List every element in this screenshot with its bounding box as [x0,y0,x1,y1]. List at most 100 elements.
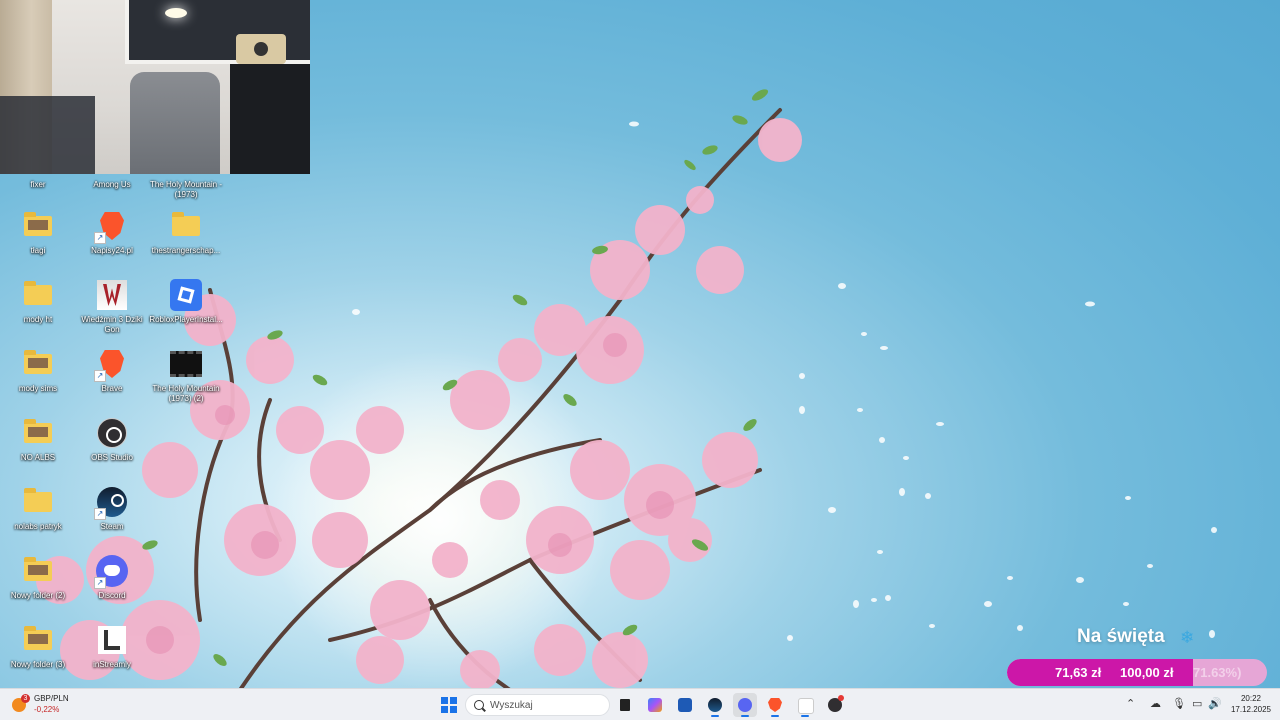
taskbar-discord[interactable] [733,693,757,717]
store-icon [678,698,692,712]
desktop-icon-label: Brave [101,384,123,393]
desktop-icon-label: Steam [100,522,124,531]
brave-icon [94,348,128,382]
desktop-icon-label: Discord [98,591,126,600]
chevron-up-icon[interactable]: ⌃ [1126,697,1135,710]
desktop-icon-label: thestrangerschap... [151,246,221,255]
goal-current-amount: 71,63 zł [1055,665,1102,680]
taskbar-obs[interactable] [823,693,847,717]
goal-progress-text: 71,63 zł 100,00 zł 71.63%) [1007,659,1267,686]
desktop-icon-label: tłagi [30,246,46,255]
desktop-icon-thestrangers[interactable]: thestrangerschap... [149,210,223,256]
desktop-icon-label: NO ALBS [20,453,56,462]
search-box[interactable]: Wyszukaj [465,694,610,716]
goal-target-amount: 100,00 zł [1120,665,1174,680]
running-indicator [741,715,749,717]
currency-pair: GBP/PLN [34,694,69,703]
desktop-icon-among-us[interactable]: Among Us [75,176,149,190]
desktop-icon-holy-mountain[interactable]: The Holy Mountain - (1973) [149,176,223,200]
folder-icon [22,624,54,656]
desktop-icon-napisy24[interactable]: Napisy24.pl [75,210,149,256]
desktop-icon-label: Nowy folder (2) [10,591,66,600]
desktop-icon-label: mody sims [18,384,58,393]
file-explorer-icon [620,699,630,711]
taskbar-store[interactable] [673,693,697,717]
desktop-icon-label: fixer [30,180,46,189]
taskbar-clock[interactable]: 20:22 17.12.2025 [1226,693,1276,715]
folder-icon [22,279,54,311]
notification-badge: 3 [21,694,30,703]
discord-icon [738,698,752,712]
desktop-icon-wiedzmin[interactable]: Wiedźmin 3 Dziki Gon [75,279,149,335]
desktop-icon-label: The Holy Mountain - (1973) [149,180,223,199]
webcam-drying-rack [0,96,95,174]
desktop-icon-fixer[interactable]: fixer [1,176,75,190]
copilot-icon [648,698,662,712]
instreamly-icon [96,624,128,656]
desktop-icon-label: The Holy Mountain (1973) (2) [152,384,220,403]
desktop-icon-label: Nowy folder (3) [10,660,66,669]
desktop-icon-label: mody ht [23,315,53,324]
search-placeholder: Wyszukaj [490,700,533,711]
network-cloud-icon[interactable]: ☁ [1150,697,1161,710]
webcam-overlay [0,0,310,174]
volume-icon[interactable]: 🔊 [1208,697,1222,710]
folder-icon [170,210,202,242]
display-icon[interactable]: ▭ [1192,697,1202,710]
desktop-icon-label: Among Us [93,180,131,189]
recording-badge [838,695,844,701]
goal-percent: 71.63%) [1193,665,1242,680]
instreamly-icon [798,698,814,714]
running-indicator [801,715,809,717]
desktop-icon-discord[interactable]: Discord [75,555,149,601]
desktop-icon-tlagi[interactable]: tłagi [1,210,75,256]
folder-icon [22,555,54,587]
webcam-ceiling-light [165,8,187,18]
steam-icon [708,698,722,712]
webcam-chair [130,72,220,174]
search-icon [474,700,484,710]
start-button[interactable] [441,697,457,713]
obs-icon [96,417,128,449]
desktop-icon-label: inStreamly [93,660,131,669]
brave-icon [768,698,782,712]
witcher-icon [96,279,128,311]
video-file-icon [170,348,202,380]
taskbar-file-explorer[interactable] [613,693,637,717]
desktop-icon-label: RobloxPlayerInstal... [149,315,223,324]
running-indicator [771,715,779,717]
clock-time: 20:22 [1240,694,1262,703]
taskbar-steam[interactable] [703,693,727,717]
goal-title: Na święta [1077,626,1165,647]
brave-icon [94,210,128,244]
desktop-icon-mody-ht[interactable]: mody ht [1,279,75,325]
taskbar-copilot[interactable] [643,693,667,717]
widgets-button[interactable]: 3 GBP/PLN -0,22% [10,693,90,717]
desktop-icon-instreamly[interactable]: inStreamly [75,624,149,670]
taskbar: 3 GBP/PLN -0,22% Wyszukaj ⌃ ☁ 🎙 ▭ 🔊 20:2… [0,688,1280,720]
microphone-icon[interactable]: 🎙 [1172,697,1186,710]
desktop-icon-nowy-folder-2[interactable]: Nowy folder (2) [1,555,75,601]
running-indicator [711,715,719,717]
desktop-icon-roblox[interactable]: RobloxPlayerInstal... [149,279,223,325]
roblox-icon [170,279,202,311]
desktop-icon-label: Wiedźmin 3 Dziki Gon [81,315,143,334]
snowflake-icon: ❄ [1180,628,1195,647]
desktop-icon-steam[interactable]: Steam [75,486,149,532]
desktop-icon-label: OBS Studio [91,453,133,462]
folder-icon [22,210,54,242]
desktop-icon-brave[interactable]: Brave [75,348,149,394]
discord-icon [94,555,128,589]
desktop-icon-no-albs[interactable]: NO ALBS [1,417,75,463]
desktop-icon-obs[interactable]: OBS Studio [75,417,149,463]
folder-icon [22,417,54,449]
webcam-camera-box [236,34,286,64]
desktop-icon-holy-mountain-2[interactable]: The Holy Mountain (1973) (2) [149,348,223,404]
desktop-icon-mody-sims[interactable]: mody sims [1,348,75,394]
taskbar-instreamly[interactable] [793,693,817,717]
desktop-icon-nowy-folder-3[interactable]: Nowy folder (3) [1,624,75,670]
desktop-icon-label: nolabs patryk [14,522,62,531]
desktop-icon-nolabs-patryk[interactable]: nolabs patryk [1,486,75,532]
taskbar-brave[interactable] [763,693,787,717]
folder-icon [22,348,54,380]
